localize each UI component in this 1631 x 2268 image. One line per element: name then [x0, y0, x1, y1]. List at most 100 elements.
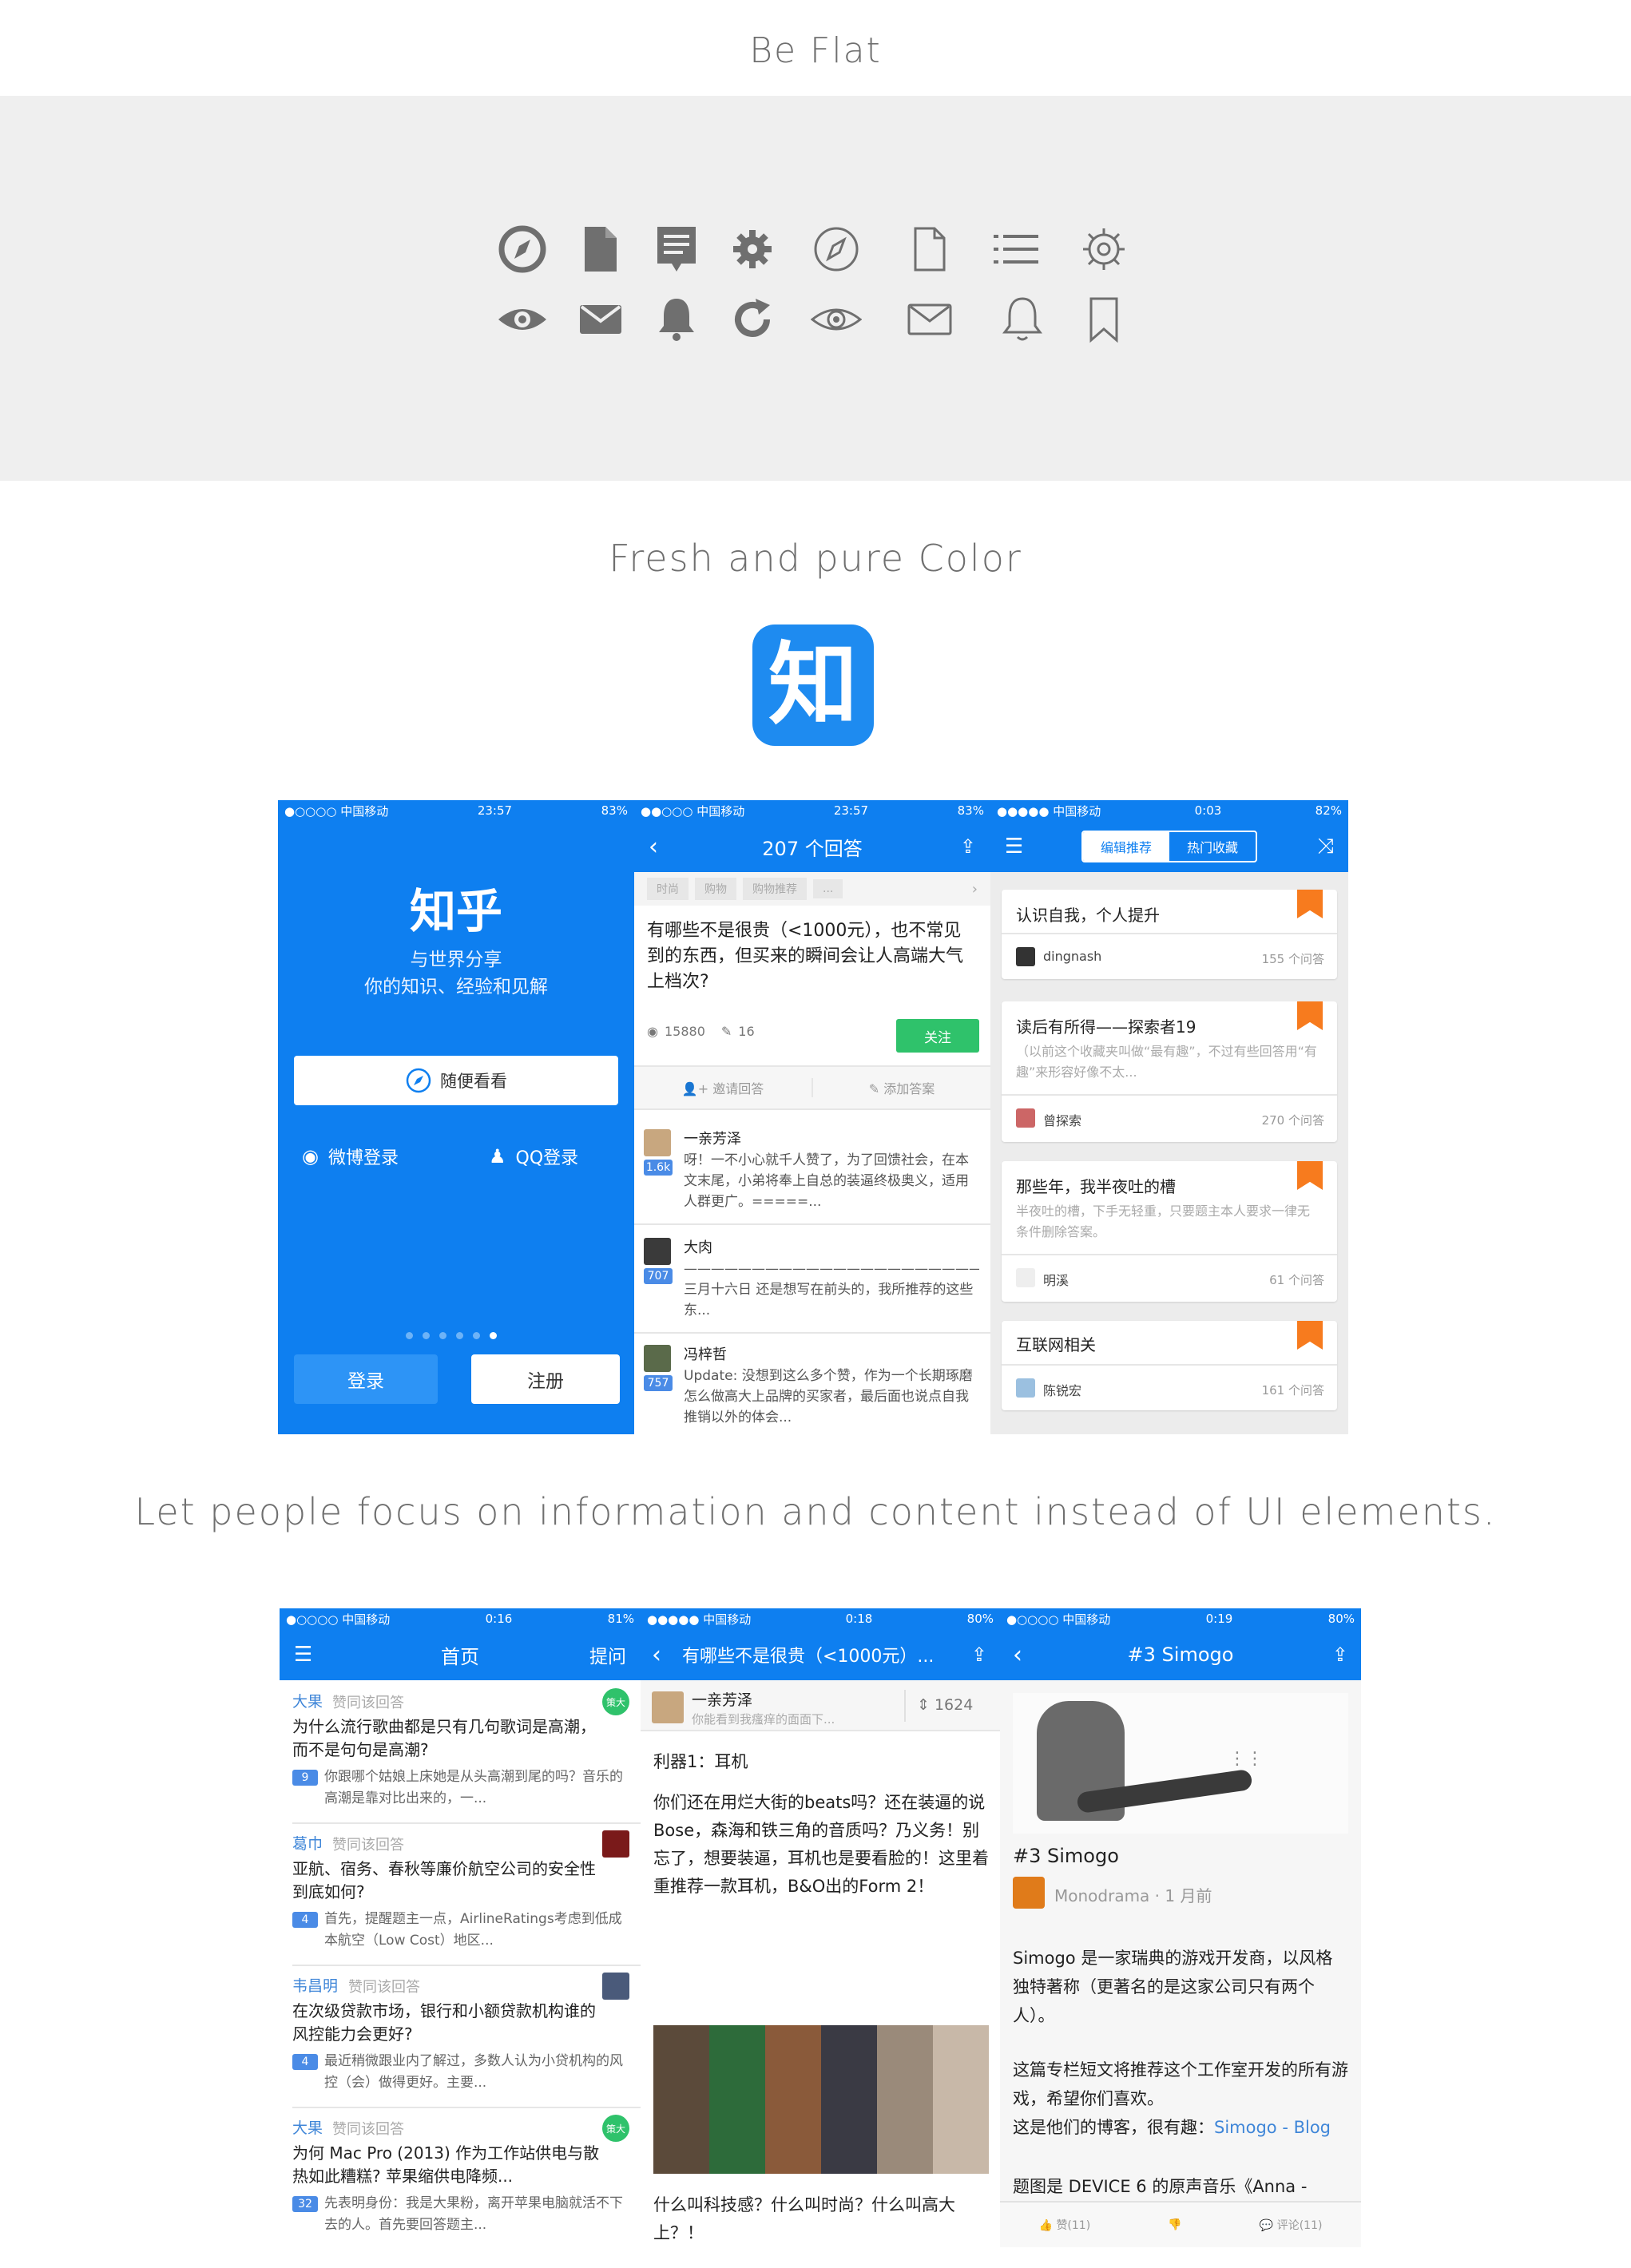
- dislike-button[interactable]: 👎: [1168, 2218, 1181, 2231]
- refresh-solid-icon: [727, 294, 778, 345]
- feed-user[interactable]: 大果: [292, 2116, 323, 2138]
- segment-hot-collections[interactable]: 热门收藏: [1169, 832, 1256, 861]
- more-icon: ⋮⋮: [1228, 1749, 1264, 1769]
- article-header-image: ⋮⋮: [1013, 1693, 1348, 1834]
- feed-item[interactable]: 葛巾 赞同该回答 亚航、宿务、春秋等廉价航空公司的安全性到底如何? 4 首先，提…: [280, 1824, 641, 1965]
- status-bar: ●●●●● 中国移动 0:03 82%: [990, 800, 1348, 821]
- answer-author: 冯梓哲: [684, 1346, 727, 1363]
- gear-solid-icon: [727, 224, 778, 275]
- collection-count: 161 个问答: [1261, 1383, 1324, 1398]
- vote-count: 9: [292, 1770, 318, 1786]
- share-icon[interactable]: ⇪: [1332, 1629, 1348, 1680]
- feed-excerpt: 最近稍微跟业内了解过，多数人认为小贷机构的风控（会）做得更好。主要...: [324, 2053, 623, 2091]
- tag-chip[interactable]: ...: [813, 879, 843, 898]
- avatar: [602, 1973, 629, 2000]
- answer-actions: 👤+ 邀请回答 ✎ 添加答案: [634, 1065, 990, 1110]
- feed-excerpt: 首先，提醒题主一点，AirlineRatings考虑到低成本航空（Low Cos…: [324, 1911, 622, 1949]
- back-chevron-icon[interactable]: ‹: [652, 1629, 661, 1680]
- register-button[interactable]: 注册: [471, 1354, 620, 1404]
- collection-description: （以前这个收藏夹叫做“最有趣”，不过有些回答用“有趣”来形容好像不太...: [1016, 1044, 1317, 1080]
- tag-row: 时尚 购物 购物推荐 ... ›: [634, 872, 990, 906]
- document-outline-icon: [904, 224, 955, 275]
- add-answer-button[interactable]: ✎ 添加答案: [813, 1078, 990, 1097]
- status-bar: ●○○○○ 中国移动 23:57 83%: [278, 800, 634, 821]
- phone-answer: ●●●●● 中国移动 0:18 80% ‹ 有哪些不是很贵（<1000元）...…: [641, 1608, 1000, 2247]
- phone-welcome: ●○○○○ 中国移动 23:57 83% 知乎 与世界分享 你的知识、经验和见解…: [278, 800, 634, 1434]
- view-count: 15880: [664, 1024, 705, 1039]
- shuffle-icon[interactable]: ⤨: [1317, 821, 1334, 872]
- nav-title: #3 Simogo: [1127, 1644, 1234, 1666]
- collection-description: 半夜吐的槽，下手无轻重，只要题主本人要求一律无条件删除答案。: [1016, 1203, 1311, 1239]
- tagline: 与世界分享: [410, 950, 502, 970]
- share-icon[interactable]: ⇪: [971, 1629, 987, 1680]
- answer-item[interactable]: 1.6k 一亲芳泽 呀！一不小心就千人赞了，为了回馈社会，在本文末尾，小弟将奉上…: [634, 1116, 990, 1223]
- collection-card[interactable]: 互联网相关 陈锐宏 161 个问答: [1002, 1321, 1337, 1410]
- browse-button[interactable]: 随便看看: [294, 1056, 618, 1105]
- feed-user[interactable]: 韦昌明: [292, 1974, 338, 1996]
- collection-title: 互联网相关: [1016, 1335, 1096, 1354]
- collection-card[interactable]: 那些年，我半夜吐的槽 半夜吐的槽，下手无轻重，只要题主本人要求一律无条件删除答案…: [1002, 1161, 1337, 1302]
- nav-title: 207 个回答: [762, 837, 863, 860]
- tag-chip[interactable]: 购物: [695, 878, 736, 900]
- avatar: [644, 1129, 671, 1156]
- comment-button[interactable]: 💬 评论(11): [1260, 2217, 1323, 2233]
- invite-button[interactable]: 👤+ 邀请回答: [634, 1078, 813, 1097]
- back-chevron-icon[interactable]: ‹: [649, 821, 658, 872]
- menu-icon[interactable]: ☰: [1005, 821, 1023, 872]
- answer-item[interactable]: 707 大肉 —————————————————————————————————…: [634, 1225, 990, 1332]
- author-name[interactable]: 一亲芳泽: [692, 1688, 752, 1710]
- collection-title: 认识自我，个人提升: [1016, 906, 1160, 925]
- menu-icon[interactable]: ☰: [294, 1629, 312, 1680]
- follow-label: 关注: [924, 1029, 951, 1046]
- vote-count: 4: [292, 1912, 318, 1928]
- collection-owner: 明溪: [1043, 1273, 1069, 1288]
- nav-bar: ☰ 首页 提问: [280, 1629, 641, 1680]
- collection-card[interactable]: 认识自我，个人提升 dingnash 155 个问答: [1002, 890, 1337, 979]
- share-icon[interactable]: ⇪: [960, 821, 976, 872]
- collection-count: 270 个问答: [1261, 1113, 1324, 1128]
- vote-count: 32: [292, 2196, 318, 2212]
- ask-button[interactable]: 提问: [589, 1629, 626, 1680]
- compass-icon: [405, 1067, 432, 1094]
- feed-question[interactable]: 为什么流行歌曲都是只有几句歌词是高潮，而不是句句是高潮?: [292, 1715, 604, 1763]
- feed-user[interactable]: 大果: [292, 1690, 323, 1711]
- bookmark-icon: [1297, 1001, 1323, 1030]
- article-source[interactable]: Monodrama · 1 月前: [1054, 1883, 1212, 1906]
- feed-question[interactable]: 为何 Mac Pro (2013) 作为工作站供电与散热如此糟糕? 苹果缩供电降…: [292, 2142, 604, 2190]
- feed-item[interactable]: 韦昌明 赞同该回答 在次级贷款市场，银行和小额贷款机构谁的风控能力会更好? 4 …: [280, 1966, 641, 2107]
- heading-be-flat: Be Flat: [749, 30, 882, 71]
- bookmark-icon: [1297, 1321, 1323, 1350]
- phone-feed: ●○○○○ 中国移动 0:16 81% ☰ 首页 提问 大果 赞同该回答 策大 …: [280, 1608, 641, 2247]
- gear-outline-icon: [1078, 224, 1129, 275]
- follow-button[interactable]: 关注: [896, 1019, 979, 1053]
- collection-card[interactable]: 读后有所得——探索者19 （以前这个收藏夹叫做“最有趣”，不过有些回答用“有趣”…: [1002, 1001, 1337, 1142]
- feed-item[interactable]: 大果 赞同该回答 策大 为什么流行歌曲都是只有几句歌词是高潮，而不是句句是高潮?…: [280, 1682, 641, 1822]
- segment-edit-picks[interactable]: 编辑推荐: [1082, 832, 1169, 861]
- weibo-login-button[interactable]: ◉ 微博登录: [302, 1144, 399, 1169]
- article-paragraph: 这是他们的博客，很有趣：Simogo - Blog: [1013, 2113, 1348, 2171]
- avatar: [1016, 947, 1035, 966]
- avatar: [644, 1345, 671, 1372]
- nav-bar: ‹ #3 Simogo ⇪: [1000, 1629, 1361, 1680]
- feed-action: 赞同该回答: [348, 1979, 420, 1996]
- qq-login-button[interactable]: ♟ QQ登录: [489, 1144, 578, 1169]
- answer-excerpt: ——————————————————————————————————三月十六日 …: [684, 1261, 979, 1318]
- vote-count[interactable]: ⇕ 1624: [917, 1696, 973, 1714]
- feed-question[interactable]: 在次级贷款市场，银行和小额贷款机构谁的风控能力会更好?: [292, 2000, 604, 2048]
- avatar: [1016, 1378, 1035, 1398]
- tag-chip[interactable]: 购物推荐: [743, 878, 807, 900]
- feed-user[interactable]: 葛巾: [292, 1832, 323, 1854]
- blog-link[interactable]: Simogo - Blog: [1214, 2118, 1331, 2137]
- feed-item[interactable]: 大果 赞同该回答 策大 为何 Mac Pro (2013) 作为工作站供电与散热…: [280, 2108, 641, 2247]
- zhihu-logo: 知乎: [409, 884, 502, 938]
- login-button[interactable]: 登录: [294, 1354, 438, 1404]
- answer-item[interactable]: 757 冯梓哲 Update: 没想到这么多个赞，作为一个长期琢磨怎么做高大上品…: [634, 1334, 990, 1434]
- tag-chip[interactable]: 时尚: [647, 878, 689, 900]
- feed-question[interactable]: 亚航、宿务、春秋等廉价航空公司的安全性到底如何?: [292, 1858, 604, 1905]
- like-button[interactable]: 👍 赞(11): [1039, 2217, 1091, 2233]
- badge-avatar: 策大: [602, 1688, 629, 1715]
- status-bar: ●○○○○ 中国移动 0:19 80%: [1000, 1608, 1361, 1629]
- back-chevron-icon[interactable]: ‹: [1013, 1629, 1022, 1680]
- chevron-right-icon[interactable]: ›: [972, 881, 978, 898]
- phone-article: ●○○○○ 中国移动 0:19 80% ‹ #3 Simogo ⇪ ⋮⋮ #3 …: [1000, 1608, 1361, 2247]
